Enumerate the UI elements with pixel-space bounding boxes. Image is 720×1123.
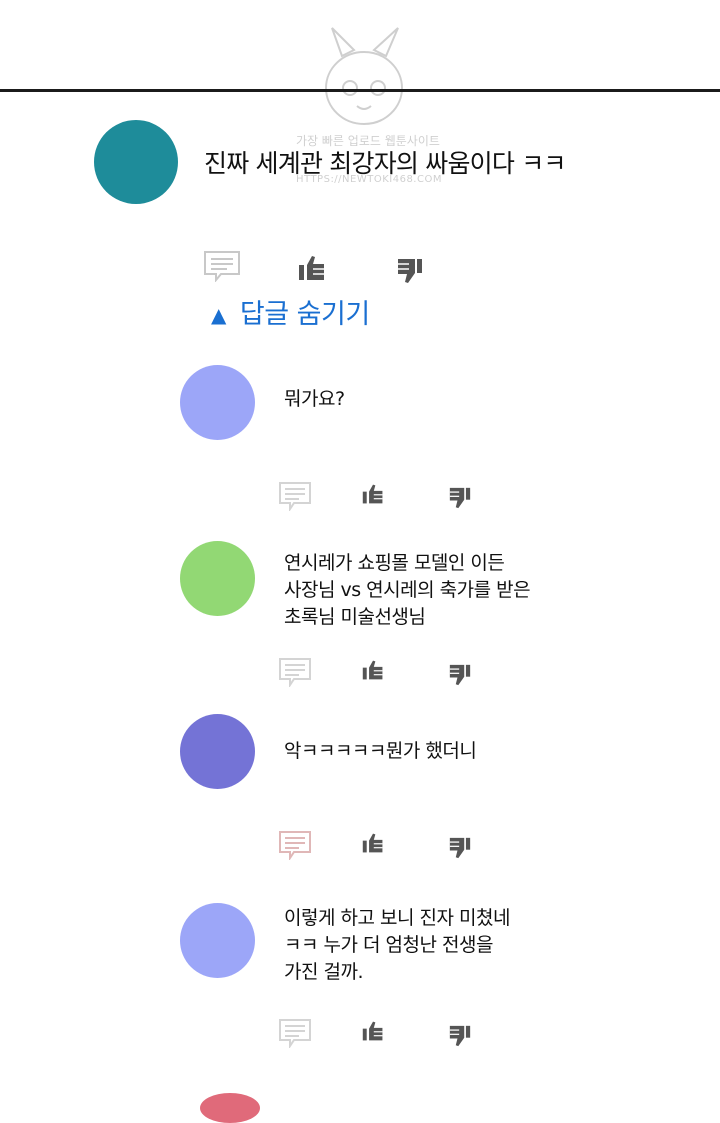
reply-text: 연시레가 쇼핑몰 모델인 이든 사장님 vs 연시레의 축가를 받은 초록님 미… bbox=[284, 552, 531, 628]
comment-icon[interactable] bbox=[278, 481, 312, 511]
reply-text: 악ㅋㅋㅋㅋㅋ뭔가 했더니 bbox=[284, 740, 477, 762]
watermark-line1: 가장 빠른 업로드 웹툰사이트 bbox=[296, 134, 440, 148]
main-comment-text: 진짜 세계관 최강자의 싸움이다 ㅋㅋ bbox=[204, 149, 566, 178]
comment-icon[interactable] bbox=[278, 1018, 312, 1048]
thumbs-up-icon[interactable] bbox=[362, 831, 384, 855]
avatar[interactable] bbox=[180, 903, 255, 978]
header-divider bbox=[0, 89, 720, 92]
comment-icon[interactable] bbox=[278, 657, 312, 687]
thumbs-down-icon[interactable] bbox=[449, 1024, 471, 1048]
thumbs-up-icon[interactable] bbox=[362, 482, 384, 506]
thumbs-down-icon[interactable] bbox=[449, 836, 471, 860]
reply-text: 뭐가요? bbox=[284, 388, 345, 410]
avatar[interactable] bbox=[180, 365, 255, 440]
comment-icon[interactable] bbox=[203, 250, 241, 282]
thumbs-down-icon[interactable] bbox=[449, 663, 471, 687]
avatar[interactable] bbox=[180, 541, 255, 616]
thumbs-up-icon[interactable] bbox=[362, 658, 384, 682]
thumbs-down-icon[interactable] bbox=[449, 486, 471, 510]
thumbs-up-icon[interactable] bbox=[298, 255, 326, 281]
thumbs-down-icon[interactable] bbox=[397, 258, 423, 284]
thumbs-up-icon[interactable] bbox=[362, 1019, 384, 1043]
reply-text: 이렇게 하고 보니 진자 미쳤네 ㅋㅋ 누가 더 엄청난 전생을 가진 걸까. bbox=[284, 907, 510, 983]
caret-up-icon: ▲ bbox=[211, 303, 226, 327]
comment-icon[interactable] bbox=[278, 830, 312, 860]
avatar[interactable] bbox=[94, 120, 178, 204]
watermark-character-icon bbox=[325, 27, 403, 125]
hide-replies-label: 답글 숨기기 bbox=[239, 299, 370, 330]
avatar[interactable] bbox=[180, 714, 255, 789]
hide-replies-button[interactable]: ▲ 답글 숨기기 bbox=[211, 297, 370, 333]
